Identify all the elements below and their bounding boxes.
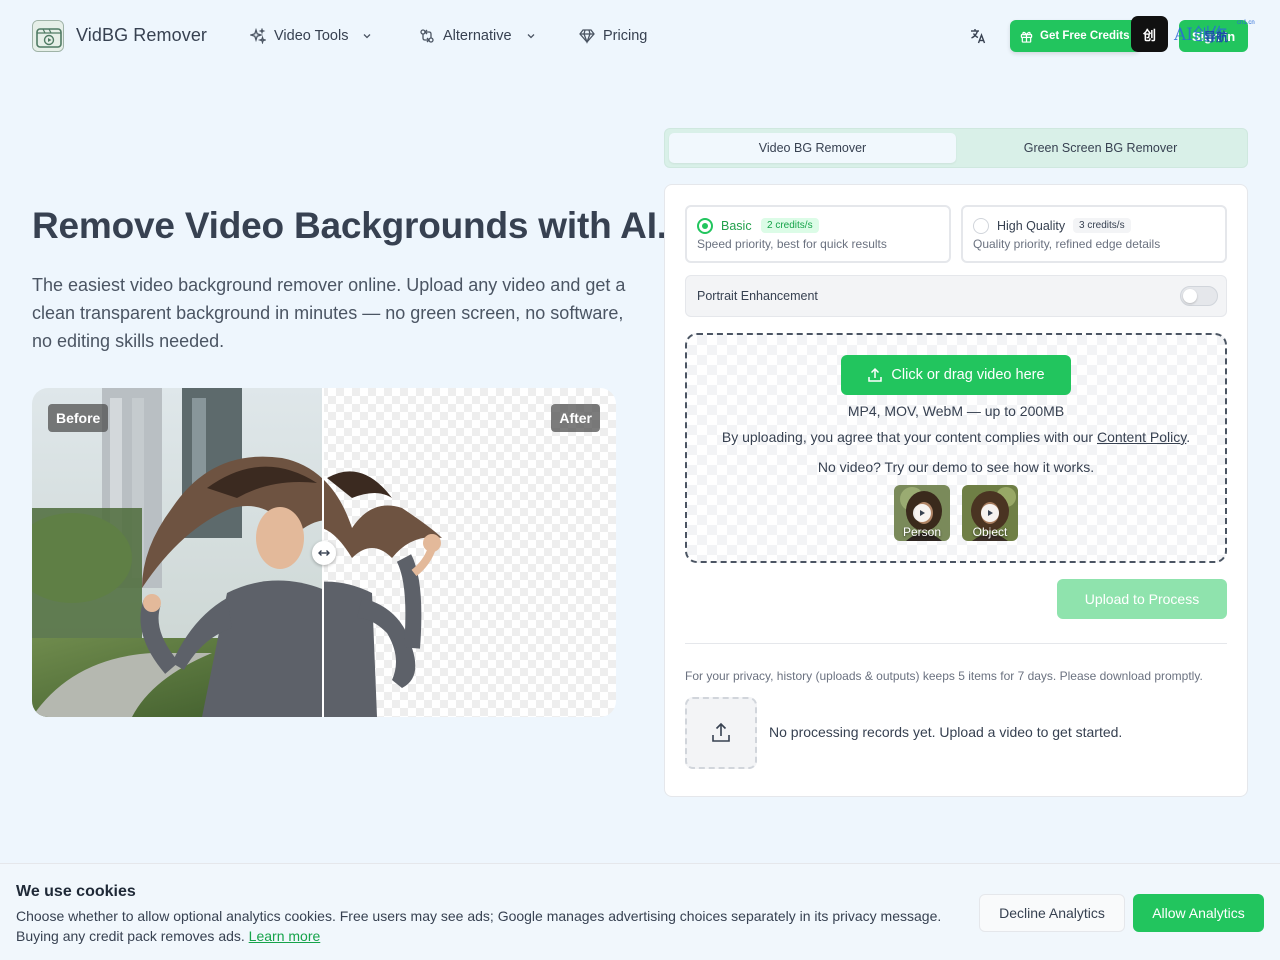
demo-person-label: Person — [902, 525, 942, 539]
top-nav-bar: VidBG Remover Video Tools Alternative Pr… — [0, 0, 1280, 72]
gem-icon — [578, 27, 596, 45]
high-quality-radio[interactable] — [973, 218, 989, 234]
nav-pricing[interactable]: Pricing — [578, 26, 647, 46]
high-quality-credits-chip: 3 credits/s — [1073, 218, 1131, 233]
tab-video-bg-remover[interactable]: Video BG Remover — [669, 133, 956, 163]
high-quality-title: High Quality — [997, 219, 1066, 233]
nav-video-tools[interactable]: Video Tools — [249, 26, 372, 46]
video-dropzone[interactable]: Click or drag video here MP4, MOV, WebM … — [685, 333, 1227, 563]
after-badge: After — [551, 404, 600, 432]
chevron-down-icon — [362, 31, 372, 41]
arrows-horizontal-icon — [318, 550, 330, 556]
get-free-credits-label: Get Free Credits — [1040, 30, 1130, 42]
tab-green-screen-bg-remover[interactable]: Green Screen BG Remover — [957, 133, 1244, 163]
portrait-enhancement-toggle[interactable] — [1180, 286, 1218, 306]
watermark-small: cn1.cn — [1237, 20, 1255, 26]
before-after-comparison[interactable]: Before After — [32, 388, 616, 717]
chevron-down-icon — [526, 31, 536, 41]
upload-video-button[interactable]: Click or drag video here — [841, 355, 1071, 395]
brand-name[interactable]: VidBG Remover — [76, 25, 207, 46]
privacy-note: For your privacy, history (uploads & out… — [685, 669, 1203, 683]
demo-object-label: Object — [972, 525, 1008, 539]
high-quality-description: Quality priority, refined edge details — [973, 237, 1161, 251]
upload-to-process-button[interactable]: Upload to Process — [1057, 579, 1227, 619]
allow-analytics-button[interactable]: Allow Analytics — [1133, 894, 1264, 932]
demo-person-thumbnail[interactable]: Person — [894, 485, 950, 541]
cookie-text: Choose whether to allow optional analyti… — [16, 906, 961, 946]
upload-agreement: By uploading, you agree that your conten… — [687, 429, 1225, 445]
play-icon — [981, 504, 999, 522]
basic-description: Speed priority, best for quick results — [697, 237, 887, 251]
demo-object-thumbnail[interactable]: Object — [962, 485, 1018, 541]
sparkles-icon — [249, 27, 267, 45]
upload-panel: Basic 2 credits/s Speed priority, best f… — [664, 184, 1248, 797]
basic-title: Basic — [721, 219, 752, 233]
quality-option-basic[interactable]: Basic 2 credits/s Speed priority, best f… — [685, 205, 951, 263]
upload-agreement-suffix: . — [1186, 429, 1191, 445]
divider — [685, 643, 1227, 644]
portrait-enhancement-row: Portrait Enhancement — [685, 275, 1227, 317]
basic-radio[interactable] — [697, 218, 713, 234]
portrait-enhancement-label: Portrait Enhancement — [697, 289, 818, 303]
cookie-description: Choose whether to allow optional analyti… — [16, 908, 942, 944]
nav-pricing-label: Pricing — [603, 28, 648, 44]
brand-logo-icon[interactable] — [32, 20, 64, 52]
watermark-logo: 创 — [1131, 16, 1168, 52]
language-icon[interactable] — [968, 26, 988, 46]
nav-alternative-label: Alternative — [443, 28, 512, 44]
history-empty-message: No processing records yet. Upload a vide… — [769, 724, 1123, 740]
get-free-credits-button[interactable]: Get Free Credits — [1010, 20, 1140, 52]
comparison-slider-handle[interactable] — [312, 541, 336, 565]
decline-analytics-button[interactable]: Decline Analytics — [979, 894, 1125, 932]
learn-more-link[interactable]: Learn more — [249, 928, 321, 944]
basic-credits-chip: 2 credits/s — [761, 218, 819, 233]
hero-subtitle: The easiest video background remover onl… — [32, 275, 626, 351]
before-badge: Before — [48, 404, 109, 432]
content-policy-link[interactable]: Content Policy — [1097, 429, 1186, 445]
nav-video-tools-label: Video Tools — [274, 28, 349, 44]
upload-video-label: Click or drag video here — [891, 367, 1045, 383]
demo-prompt: No video? Try our demo to see how it wor… — [817, 459, 1095, 475]
cookie-title: We use cookies — [16, 883, 136, 900]
supported-formats: MP4, MOV, WebM — up to 200MB — [847, 403, 1065, 419]
quality-option-high-quality[interactable]: High Quality 3 credits/s Quality priorit… — [961, 205, 1227, 263]
history-placeholder — [685, 697, 757, 769]
git-compare-icon — [418, 27, 436, 45]
mode-tabs: Video BG Remover Green Screen BG Remover — [664, 128, 1248, 168]
upload-icon — [712, 722, 730, 742]
cookie-banner: We use cookies Choose whether to allow o… — [0, 863, 1280, 960]
watermark-subtext: 导航 — [1204, 30, 1229, 44]
upload-agreement-text: By uploading, you agree that your conten… — [721, 429, 1097, 445]
hero-title: Remove Video Backgrounds with AI. — [32, 205, 667, 246]
upload-icon — [867, 367, 883, 383]
nav-alternative[interactable]: Alternative — [418, 26, 536, 46]
play-icon — [913, 504, 931, 522]
gift-icon — [1020, 30, 1033, 43]
